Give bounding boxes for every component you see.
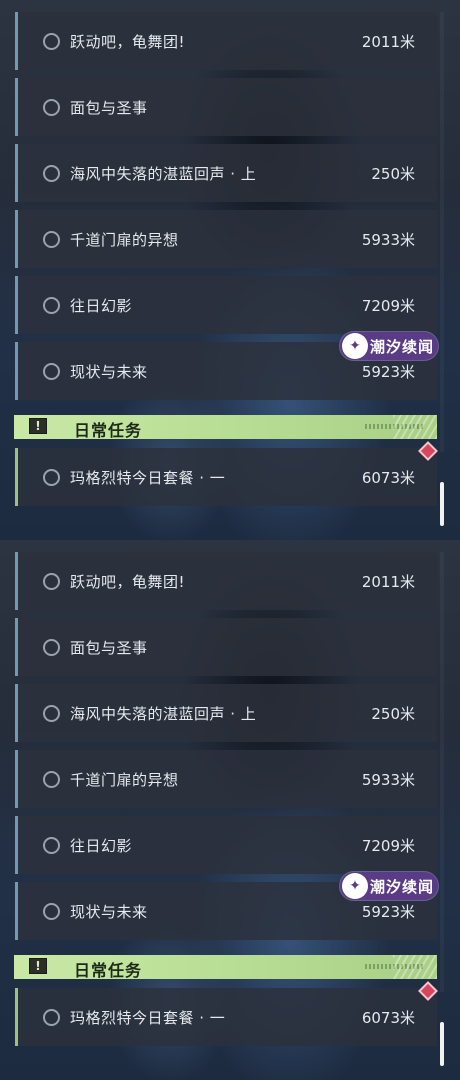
quest-name: 面包与圣事 <box>70 639 148 657</box>
quest-row[interactable]: 往日幻影 7209米 <box>15 276 437 334</box>
quest-name: 往日幻影 <box>70 837 133 855</box>
watermark-badge: ✦ 潮汐续闻 <box>340 872 438 900</box>
radio-icon[interactable] <box>43 573 60 590</box>
quest-row[interactable]: 面包与圣事 <box>15 78 437 136</box>
quest-name: 跃动吧，龟舞团! <box>70 573 186 591</box>
section-title: 日常任务 <box>74 961 143 980</box>
radio-icon[interactable] <box>43 837 60 854</box>
section-title: 日常任务 <box>74 421 143 440</box>
quest-distance: 5933米 <box>361 231 415 249</box>
quest-name: 跃动吧，龟舞团! <box>70 33 186 51</box>
scrollbar-thumb[interactable] <box>440 482 444 526</box>
quest-distance: 7209米 <box>361 297 415 315</box>
quest-row[interactable]: 往日幻影 7209米 <box>15 816 437 874</box>
quest-row[interactable]: 跃动吧，龟舞团! 2011米 <box>15 12 437 70</box>
daily-quest-row[interactable]: 玛格烈特今日套餐 · 一 6073米 <box>15 988 437 1046</box>
daily-quests-header[interactable]: ! 日常任务 <box>14 955 437 980</box>
quest-list: 跃动吧，龟舞团! 2011米 面包与圣事 海风中失落的湛蓝回声 · 上 250米… <box>0 540 460 1080</box>
quest-name: 玛格烈特今日套餐 · 一 <box>70 1009 226 1027</box>
radio-icon[interactable] <box>43 771 60 788</box>
quest-name: 千道门扉的异想 <box>70 231 179 249</box>
quest-distance: 5923米 <box>361 903 415 921</box>
quest-row[interactable]: 海风中失落的湛蓝回声 · 上 250米 <box>15 684 437 742</box>
quest-distance: 2011米 <box>361 573 415 591</box>
radio-icon[interactable] <box>43 469 60 486</box>
radio-icon[interactable] <box>43 297 60 314</box>
radio-icon[interactable] <box>43 903 60 920</box>
watermark-text: 潮汐续闻 <box>370 338 435 356</box>
quest-name: 现状与未来 <box>70 903 148 921</box>
quest-distance: 250米 <box>371 165 415 183</box>
quest-row[interactable]: 海风中失落的湛蓝回声 · 上 250米 <box>15 144 437 202</box>
quest-row[interactable]: 面包与圣事 <box>15 618 437 676</box>
quest-panel-top: 跃动吧，龟舞团! 2011米 面包与圣事 海风中失落的湛蓝回声 · 上 250米… <box>0 0 460 540</box>
quest-panel-bottom: 跃动吧，龟舞团! 2011米 面包与圣事 海风中失落的湛蓝回声 · 上 250米… <box>0 540 460 1080</box>
header-stripes <box>393 955 437 979</box>
watermark-text: 潮汐续闻 <box>370 878 435 896</box>
quest-row[interactable]: 千道门扉的异想 5933米 <box>15 210 437 268</box>
quest-distance: 7209米 <box>361 837 415 855</box>
quest-name: 玛格烈特今日套餐 · 一 <box>70 469 226 487</box>
quest-distance: 2011米 <box>361 33 415 51</box>
quest-name: 往日幻影 <box>70 297 133 315</box>
quest-distance: 5933米 <box>361 771 415 789</box>
quest-name: 现状与未来 <box>70 363 148 381</box>
daily-quest-row[interactable]: 玛格烈特今日套餐 · 一 6073米 <box>15 448 437 506</box>
quest-row[interactable]: 跃动吧，龟舞团! 2011米 <box>15 552 437 610</box>
quest-distance: 5923米 <box>361 363 415 381</box>
radio-icon[interactable] <box>43 231 60 248</box>
header-stripes <box>393 415 437 439</box>
radio-icon[interactable] <box>43 363 60 380</box>
quest-distance: 6073米 <box>361 1009 415 1027</box>
quest-distance: 6073米 <box>361 469 415 487</box>
daily-quests-header[interactable]: ! 日常任务 <box>14 415 437 440</box>
radio-icon[interactable] <box>43 33 60 50</box>
radio-icon[interactable] <box>43 1009 60 1026</box>
quest-row[interactable]: 千道门扉的异想 5933米 <box>15 750 437 808</box>
quest-distance: 250米 <box>371 705 415 723</box>
quest-name: 面包与圣事 <box>70 99 148 117</box>
exclamation-icon: ! <box>29 418 47 434</box>
watermark-badge: ✦ 潮汐续闻 <box>340 332 438 360</box>
exclamation-icon: ! <box>29 958 47 974</box>
quest-name: 海风中失落的湛蓝回声 · 上 <box>70 165 257 183</box>
radio-icon[interactable] <box>43 165 60 182</box>
scrollbar-track[interactable] <box>440 12 444 452</box>
scrollbar-thumb[interactable] <box>440 1022 444 1066</box>
stylized-star-icon: ✦ <box>342 333 368 359</box>
stylized-star-icon: ✦ <box>342 873 368 899</box>
quest-name: 海风中失落的湛蓝回声 · 上 <box>70 705 257 723</box>
quest-list: 跃动吧，龟舞团! 2011米 面包与圣事 海风中失落的湛蓝回声 · 上 250米… <box>0 0 460 540</box>
radio-icon[interactable] <box>43 99 60 116</box>
radio-icon[interactable] <box>43 705 60 722</box>
radio-icon[interactable] <box>43 639 60 656</box>
scrollbar-track[interactable] <box>440 552 444 992</box>
quest-name: 千道门扉的异想 <box>70 771 179 789</box>
